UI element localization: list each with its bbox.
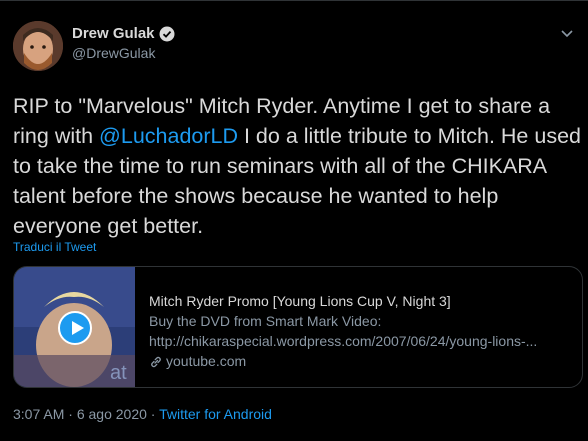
chevron-down-icon[interactable] (556, 22, 578, 44)
top-divider (0, 0, 588, 1)
card-domain-text: youtube.com (166, 353, 247, 369)
link-card[interactable]: at Mitch Ryder Promo [Young Lions Cup V,… (13, 266, 583, 388)
avatar-image (13, 21, 63, 71)
card-domain: youtube.com (149, 351, 579, 371)
tweet-source[interactable]: Twitter for Android (159, 406, 272, 422)
svg-text:at: at (110, 362, 127, 384)
author-name[interactable]: Drew Gulak (72, 25, 155, 42)
author-handle[interactable]: @DrewGulak (72, 45, 175, 61)
tweet-text: RIP to "Marvelous" Mitch Ryder. Anytime … (13, 91, 588, 241)
play-icon[interactable] (58, 311, 92, 345)
card-description-url: http://chikaraspecial.wordpress.com/2007… (149, 333, 538, 349)
tweet-time[interactable]: 3:07 AM (13, 406, 64, 422)
card-description: Buy the DVD from Smart Mark Video: (149, 313, 382, 329)
translate-tweet-link[interactable]: Traduci il Tweet (13, 240, 96, 254)
author-block[interactable]: Drew Gulak @DrewGulak (72, 25, 175, 61)
verified-badge-icon (159, 26, 175, 42)
tweet-meta: 3:07 AM · 6 ago 2020 · Twitter for Andro… (13, 406, 272, 422)
mention-link[interactable]: @LuchadorLD (99, 124, 238, 148)
avatar[interactable] (13, 21, 63, 71)
tweet-date[interactable]: 6 ago 2020 (77, 406, 147, 422)
video-thumbnail[interactable]: at (14, 267, 135, 387)
link-icon (149, 354, 163, 368)
card-body[interactable]: Mitch Ryder Promo [Young Lions Cup V, Ni… (149, 291, 579, 371)
meta-separator: · (64, 406, 77, 422)
meta-separator: · (146, 406, 160, 422)
card-title: Mitch Ryder Promo [Young Lions Cup V, Ni… (149, 293, 451, 309)
